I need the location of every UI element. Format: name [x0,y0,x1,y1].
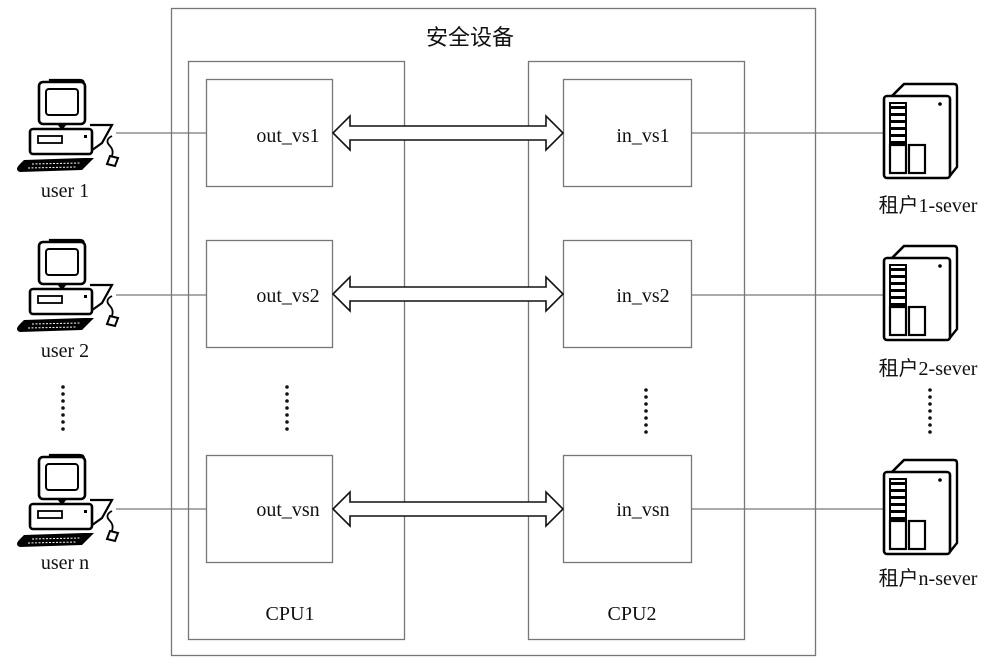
module-in-vs1-label: in_vs1 [616,125,669,147]
module-in-vsn-label: in_vsn [616,499,669,521]
ellipsis-users [61,385,65,431]
cpu1-label: CPU1 [266,603,315,625]
ellipsis-cpu2 [644,388,648,434]
user-2-label: user 2 [41,340,89,362]
module-out-vsn-label: out_vsn [256,499,319,521]
server-icon [882,458,959,556]
computer-icon [15,238,120,334]
module-out-vs1-label: out_vs1 [256,125,319,147]
module-out-vs2-label: out_vs2 [256,285,319,307]
user-n-label: user n [41,552,89,574]
server-2-label: 租户2-sever [879,357,978,380]
ellipsis-cpu1 [285,385,289,431]
ellipsis-servers [928,388,932,434]
server-n-label: 租户n-sever [879,567,978,590]
server-1-label: 租户1-sever [879,194,978,217]
module-in-vs2-label: in_vs2 [616,285,669,307]
computer-icon [15,78,120,174]
security-device-title: 安全设备 [426,25,514,50]
cpu2-label: CPU2 [608,603,657,625]
computer-icon [15,453,120,549]
diagram-canvas: 安全设备 CPU1 CPU2 out_vs1 out_vs2 out_vsn i… [15,7,978,657]
user-1-label: user 1 [41,180,89,202]
server-icon [882,244,959,342]
server-icon [882,82,959,180]
